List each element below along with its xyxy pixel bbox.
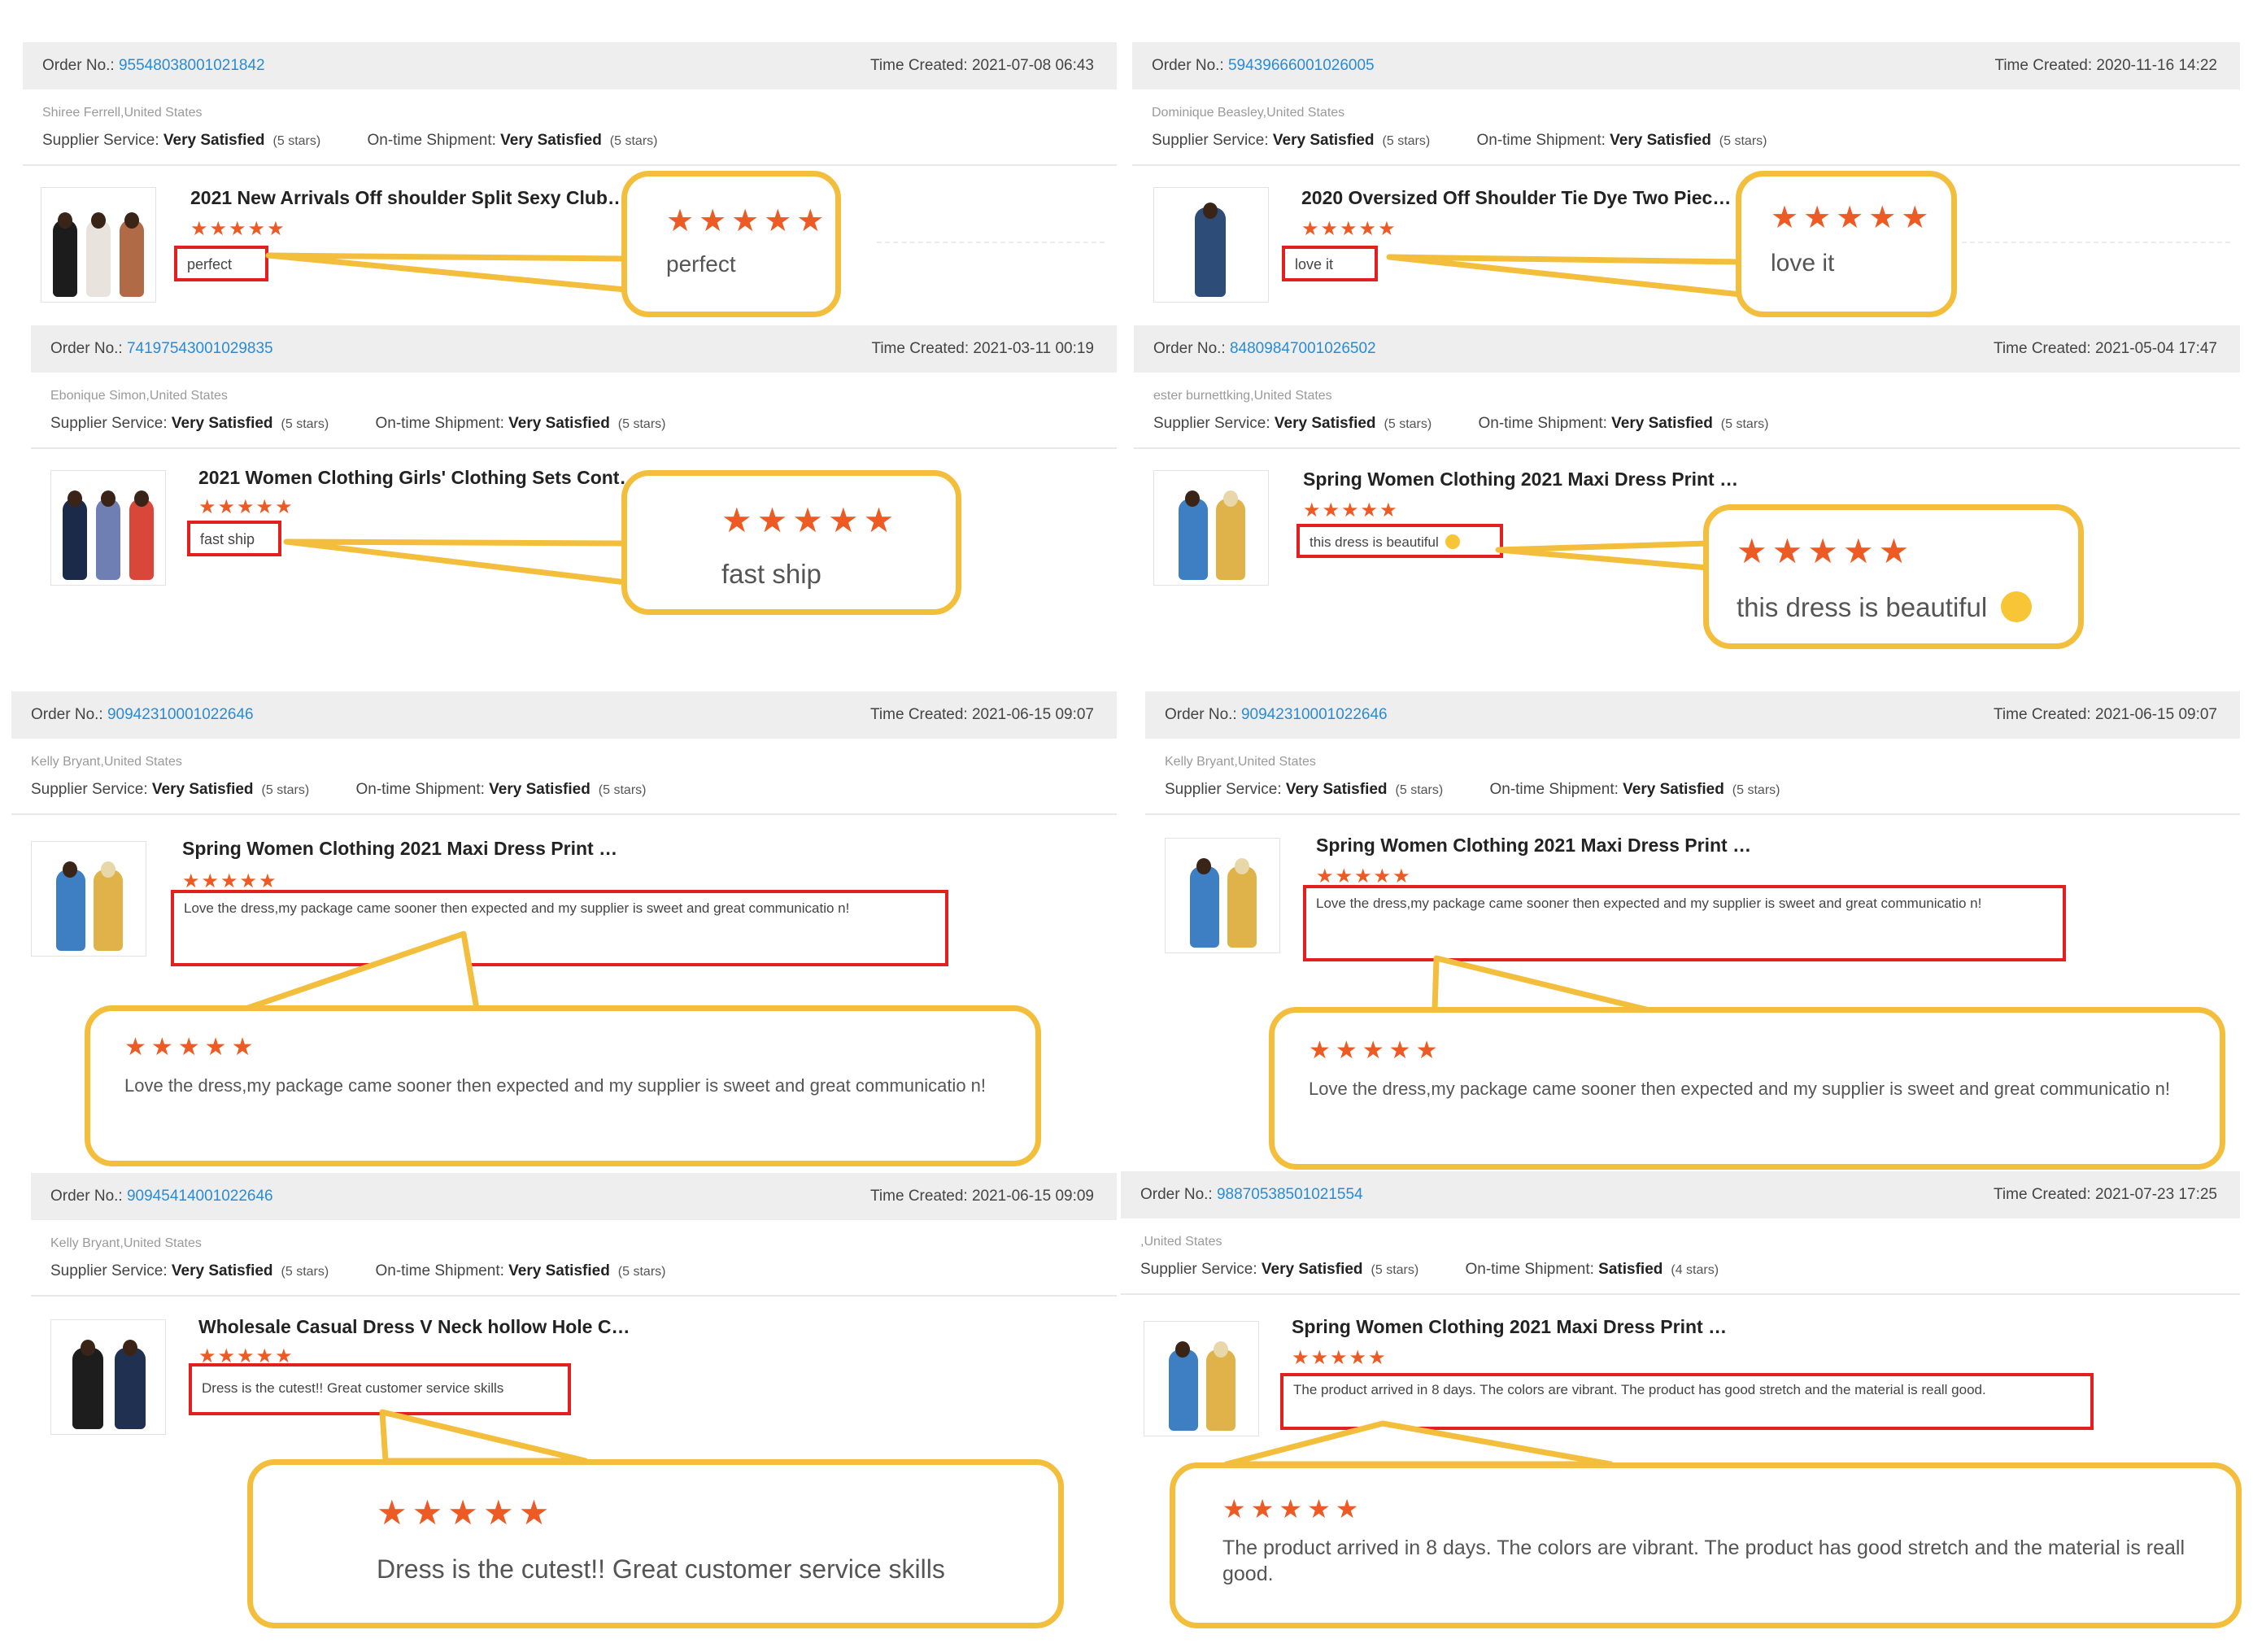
star-struck-emoji-icon: [2001, 591, 2033, 622]
callout-pointer-7: [379, 1409, 589, 1464]
callout-bubble: ★★★★★ perfect: [621, 171, 841, 317]
star-icon: ★★★★★: [377, 1493, 555, 1532]
callout-text: Love the dress,my package came sooner th…: [1309, 1079, 2171, 1099]
star-icon: ★★★★★: [1222, 1494, 1364, 1523]
callout-text: fast ship: [721, 559, 821, 589]
callout-text: perfect: [666, 251, 736, 277]
callout-text: The product arrived in 8 days. The color…: [1222, 1536, 2185, 1585]
callout-pointer-2: [1386, 254, 1744, 298]
callout-bubble: ★★★★★ fast ship: [621, 470, 961, 615]
star-icon: ★★★★★: [666, 204, 830, 238]
star-icon: ★★★★★: [1737, 532, 1915, 570]
callout-text: love it: [1771, 250, 1835, 277]
callout-pointer-4: [1495, 540, 1711, 571]
callout-text: Love the dress,my package came sooner th…: [124, 1075, 987, 1096]
callout-bubble: ★★★★★ Love the dress,my package came soo…: [85, 1005, 1041, 1166]
callout-pointer-6: [1432, 955, 1653, 1013]
callout-bubble: ★★★★★ The product arrived in 8 days. The…: [1170, 1462, 2242, 1628]
star-icon: ★★★★★: [1771, 201, 1934, 235]
callout-bubble: ★★★★★ love it: [1736, 171, 1957, 317]
callout-bubble: ★★★★★ Dress is the cutest!! Great custom…: [247, 1459, 1064, 1628]
callout-bubble: ★★★★★ this dress is beautiful: [1703, 504, 2084, 649]
callout-pointer-3: [283, 538, 630, 586]
star-icon: ★★★★★: [124, 1034, 259, 1061]
star-icon: ★★★★★: [721, 501, 900, 539]
callout-pointer-1: [265, 252, 628, 293]
callout-bubble: ★★★★★ Love the dress,my package came soo…: [1269, 1007, 2225, 1170]
callout-pointer-5: [242, 931, 480, 1012]
star-icon: ★★★★★: [1309, 1037, 1443, 1064]
callout-text-value: this dress is beautiful: [1737, 592, 1988, 622]
callout-text: this dress is beautiful: [1737, 591, 2033, 623]
callout-text: Dress is the cutest!! Great customer ser…: [377, 1554, 945, 1584]
callout-pointer-8: [1223, 1420, 1614, 1467]
